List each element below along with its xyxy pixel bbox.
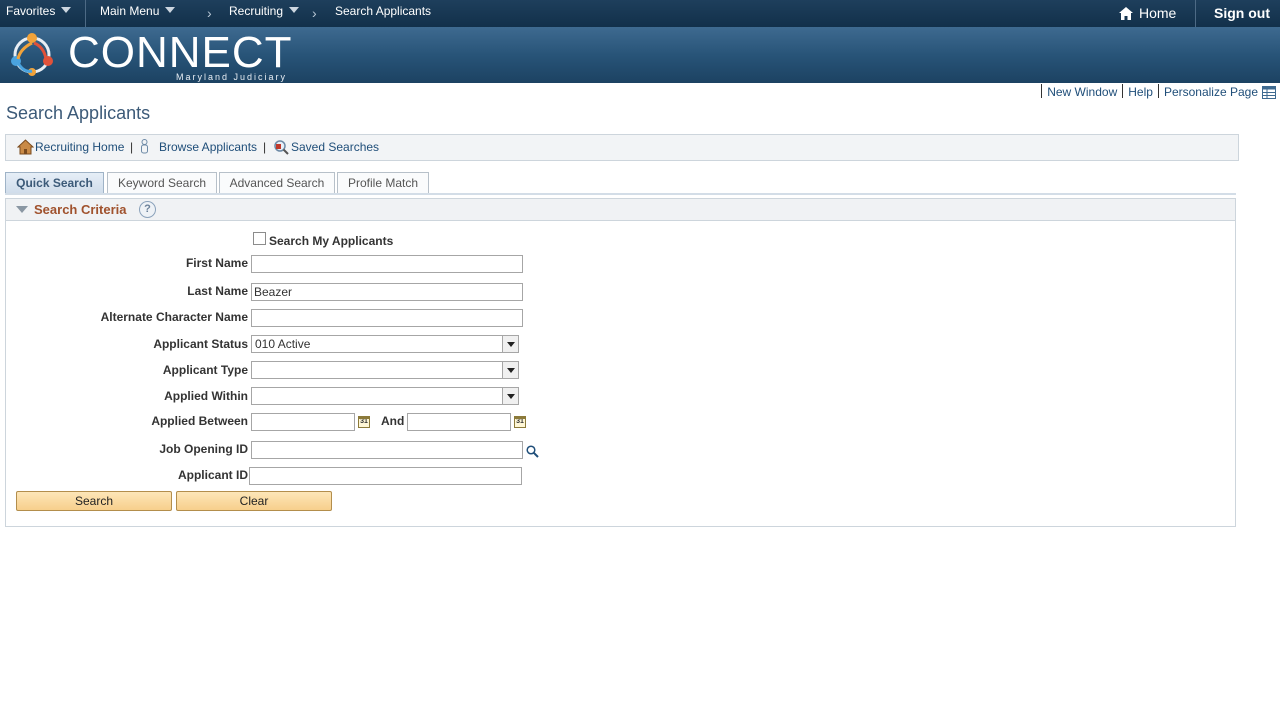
clear-button[interactable]: Clear	[176, 491, 332, 511]
chevron-down-icon[interactable]	[502, 362, 518, 378]
applied-within-select[interactable]	[251, 387, 519, 405]
and-label: And	[381, 414, 405, 428]
applicant-id-label: Applicant ID	[177, 468, 248, 482]
first-name-input[interactable]	[251, 255, 523, 273]
personalize-page-link[interactable]: Personalize Page	[1164, 85, 1258, 99]
recruiting-home-link[interactable]: Recruiting Home	[35, 140, 124, 154]
applicant-type-select[interactable]	[251, 361, 519, 379]
home-link[interactable]: Home	[1118, 0, 1176, 27]
applied-within-label: Applied Within	[164, 389, 248, 403]
saved-searches-link[interactable]: Saved Searches	[291, 140, 379, 154]
search-my-applicants-label: Search My Applicants	[269, 234, 394, 248]
breadcrumb-recruiting-label: Recruiting	[229, 4, 284, 18]
last-name-input[interactable]	[251, 283, 523, 301]
main-menu-label: Main Menu	[100, 4, 160, 18]
applicant-status-select[interactable]: 010 Active	[251, 335, 519, 353]
applied-between-end-input[interactable]	[407, 413, 511, 431]
help-link[interactable]: Help	[1128, 85, 1153, 99]
recruiting-home-icon[interactable]	[17, 139, 34, 155]
alternate-character-name-label: Alternate Character Name	[100, 310, 248, 324]
home-label: Home	[1139, 5, 1177, 21]
tab-advanced-search[interactable]: Advanced Search	[219, 172, 335, 194]
first-name-label: First Name	[185, 256, 248, 270]
pagebar-divider	[1122, 84, 1124, 98]
pagebar-divider	[1041, 84, 1043, 98]
search-criteria-group: Search Criteria ? Search My Applicants F…	[5, 198, 1236, 527]
breadcrumb-recruiting[interactable]: Recruiting	[229, 0, 300, 27]
chevron-down-icon	[61, 7, 72, 13]
last-name-label: Last Name	[187, 284, 248, 298]
breadcrumb-current: Search Applicants	[335, 4, 432, 18]
lookup-search-icon[interactable]	[526, 445, 539, 458]
toolbar-divider: |	[263, 140, 267, 154]
connect-logo-icon	[11, 33, 53, 76]
nav-divider	[1195, 0, 1196, 27]
browse-applicants-icon[interactable]	[140, 139, 149, 156]
search-my-applicants-checkbox[interactable]	[253, 232, 266, 245]
tab-profile-match[interactable]: Profile Match	[337, 172, 429, 194]
page-bar: New Window Help Personalize Page	[1036, 84, 1280, 102]
search-criteria-title: Search Criteria	[34, 202, 127, 217]
calendar-icon[interactable]: 31	[514, 416, 526, 428]
collapse-triangle-icon[interactable]	[16, 206, 28, 213]
saved-searches-icon[interactable]	[273, 139, 290, 155]
help-icon[interactable]: ?	[139, 201, 156, 218]
alternate-character-name-input[interactable]	[251, 309, 523, 327]
banner: CONNECT Maryland Judiciary	[0, 27, 1280, 83]
breadcrumb-chevron-icon: ›	[207, 5, 212, 21]
breadcrumb-chevron-icon: ›	[312, 5, 317, 21]
applicant-type-label: Applicant Type	[162, 363, 248, 377]
nav-divider	[85, 0, 86, 27]
new-window-link[interactable]: New Window	[1047, 85, 1117, 99]
favorites-menu[interactable]: Favorites	[6, 0, 72, 27]
page-title: Search Applicants	[6, 103, 151, 123]
chevron-down-icon[interactable]	[502, 336, 518, 352]
chevron-down-icon	[165, 7, 176, 13]
applied-between-start-input[interactable]	[251, 413, 355, 431]
chevron-down-icon[interactable]	[502, 388, 518, 404]
tab-underline	[5, 193, 1236, 195]
applicant-status-label: Applicant Status	[153, 337, 248, 351]
job-opening-id-input[interactable]	[251, 441, 523, 459]
search-criteria-header[interactable]: Search Criteria ?	[6, 199, 1235, 221]
home-icon	[1119, 7, 1133, 20]
calendar-icon[interactable]: 31	[358, 416, 370, 428]
applicant-id-input[interactable]	[249, 467, 522, 485]
top-nav-bar: Favorites Main Menu › Recruiting › Searc…	[0, 0, 1280, 27]
sign-out-link[interactable]: Sign out	[1214, 0, 1270, 27]
action-toolbar: Recruiting Home | Browse Applicants | Sa…	[5, 134, 1239, 161]
applied-between-label: Applied Between	[151, 414, 248, 428]
job-opening-id-label: Job Opening ID	[159, 442, 248, 456]
favorites-label: Favorites	[6, 4, 56, 18]
chevron-down-icon	[289, 7, 300, 13]
search-button[interactable]: Search	[16, 491, 172, 511]
pagebar-divider	[1157, 84, 1159, 98]
tab-quick-search[interactable]: Quick Search	[5, 172, 104, 194]
browse-applicants-link[interactable]: Browse Applicants	[159, 140, 257, 154]
brand-subtitle: Maryland Judiciary	[176, 72, 288, 82]
grid-layout-icon[interactable]	[1262, 86, 1276, 99]
main-menu[interactable]: Main Menu	[100, 0, 176, 27]
toolbar-divider: |	[130, 140, 134, 154]
applicant-status-value: 010 Active	[255, 337, 311, 351]
tab-keyword-search[interactable]: Keyword Search	[107, 172, 217, 194]
